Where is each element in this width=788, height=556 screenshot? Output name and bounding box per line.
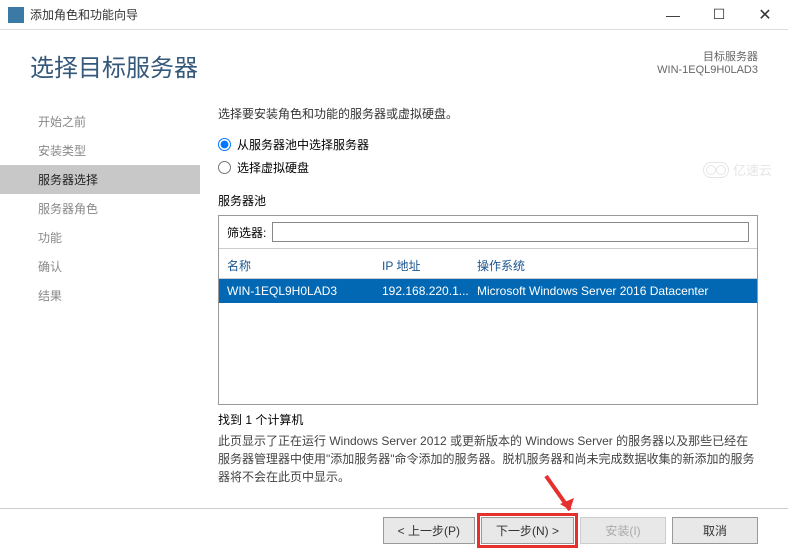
radio-server-pool-input[interactable] (218, 138, 231, 151)
app-icon (8, 7, 24, 23)
cancel-button[interactable]: 取消 (672, 517, 758, 544)
table-header: 名称 IP 地址 操作系统 (219, 249, 757, 279)
radio-server-pool[interactable]: 从服务器池中选择服务器 (218, 136, 758, 153)
close-button[interactable]: ✕ (742, 0, 788, 30)
filter-row: 筛选器: (219, 216, 757, 249)
titlebar: 添加角色和功能向导 — ☐ ✕ (0, 0, 788, 30)
filter-input[interactable] (272, 222, 749, 242)
window-controls: — ☐ ✕ (650, 0, 788, 30)
radio-vhd[interactable]: 选择虚拟硬盘 (218, 159, 758, 176)
radio-vhd-label: 选择虚拟硬盘 (237, 159, 309, 176)
count-label: 找到 1 个计算机 (218, 411, 758, 428)
col-header-os[interactable]: 操作系统 (477, 257, 749, 274)
sidebar-item-confirm[interactable]: 确认 (0, 252, 200, 281)
watermark-text: 亿速云 (733, 160, 772, 179)
sidebar-item-server-roles[interactable]: 服务器角色 (0, 194, 200, 223)
window-title: 添加角色和功能向导 (30, 6, 650, 23)
content: 开始之前 安装类型 服务器选择 服务器角色 功能 确认 结果 选择要安装角色和功… (0, 93, 788, 493)
sidebar-item-install-type[interactable]: 安装类型 (0, 136, 200, 165)
server-pool-box: 筛选器: 名称 IP 地址 操作系统 WIN-1EQL9H0LAD3 192.1… (218, 215, 758, 405)
install-button: 安装(I) (580, 517, 666, 544)
prev-button[interactable]: < 上一步(P) (383, 517, 475, 544)
watermark-icon (703, 162, 729, 178)
radio-server-pool-label: 从服务器池中选择服务器 (237, 136, 369, 153)
page-title: 选择目标服务器 (30, 48, 198, 83)
radio-vhd-input[interactable] (218, 161, 231, 174)
col-header-ip[interactable]: IP 地址 (382, 257, 477, 274)
filter-label: 筛选器: (227, 224, 266, 241)
cell-name: WIN-1EQL9H0LAD3 (227, 284, 382, 298)
instruction-text: 选择要安装角色和功能的服务器或虚拟硬盘。 (218, 105, 758, 122)
sidebar-item-server-selection[interactable]: 服务器选择 (0, 165, 200, 194)
radio-group: 从服务器池中选择服务器 选择虚拟硬盘 (218, 136, 758, 176)
target-label: 目标服务器 (657, 48, 758, 64)
header: 选择目标服务器 目标服务器 WIN-1EQL9H0LAD3 (0, 30, 788, 93)
sidebar-item-features[interactable]: 功能 (0, 223, 200, 252)
sidebar-item-results[interactable]: 结果 (0, 281, 200, 310)
target-info: 目标服务器 WIN-1EQL9H0LAD3 (657, 48, 758, 76)
minimize-button[interactable]: — (650, 0, 696, 30)
table-body: WIN-1EQL9H0LAD3 192.168.220.1... Microso… (219, 279, 757, 404)
maximize-button[interactable]: ☐ (696, 0, 742, 30)
col-header-name[interactable]: 名称 (227, 257, 382, 274)
cell-os: Microsoft Windows Server 2016 Datacenter (477, 284, 749, 298)
next-button[interactable]: 下一步(N) > (481, 517, 574, 544)
footer: < 上一步(P) 下一步(N) > 安装(I) 取消 (0, 508, 788, 544)
main-panel: 选择要安装角色和功能的服务器或虚拟硬盘。 从服务器池中选择服务器 选择虚拟硬盘 … (200, 93, 788, 493)
sidebar-item-before-begin[interactable]: 开始之前 (0, 107, 200, 136)
pool-label: 服务器池 (218, 192, 758, 209)
table-row[interactable]: WIN-1EQL9H0LAD3 192.168.220.1... Microso… (219, 279, 757, 303)
watermark: 亿速云 (703, 160, 772, 179)
target-value: WIN-1EQL9H0LAD3 (657, 64, 758, 76)
cell-ip: 192.168.220.1... (382, 284, 477, 298)
description-text: 此页显示了正在运行 Windows Server 2012 或更新版本的 Win… (218, 432, 758, 486)
sidebar: 开始之前 安装类型 服务器选择 服务器角色 功能 确认 结果 (0, 93, 200, 493)
